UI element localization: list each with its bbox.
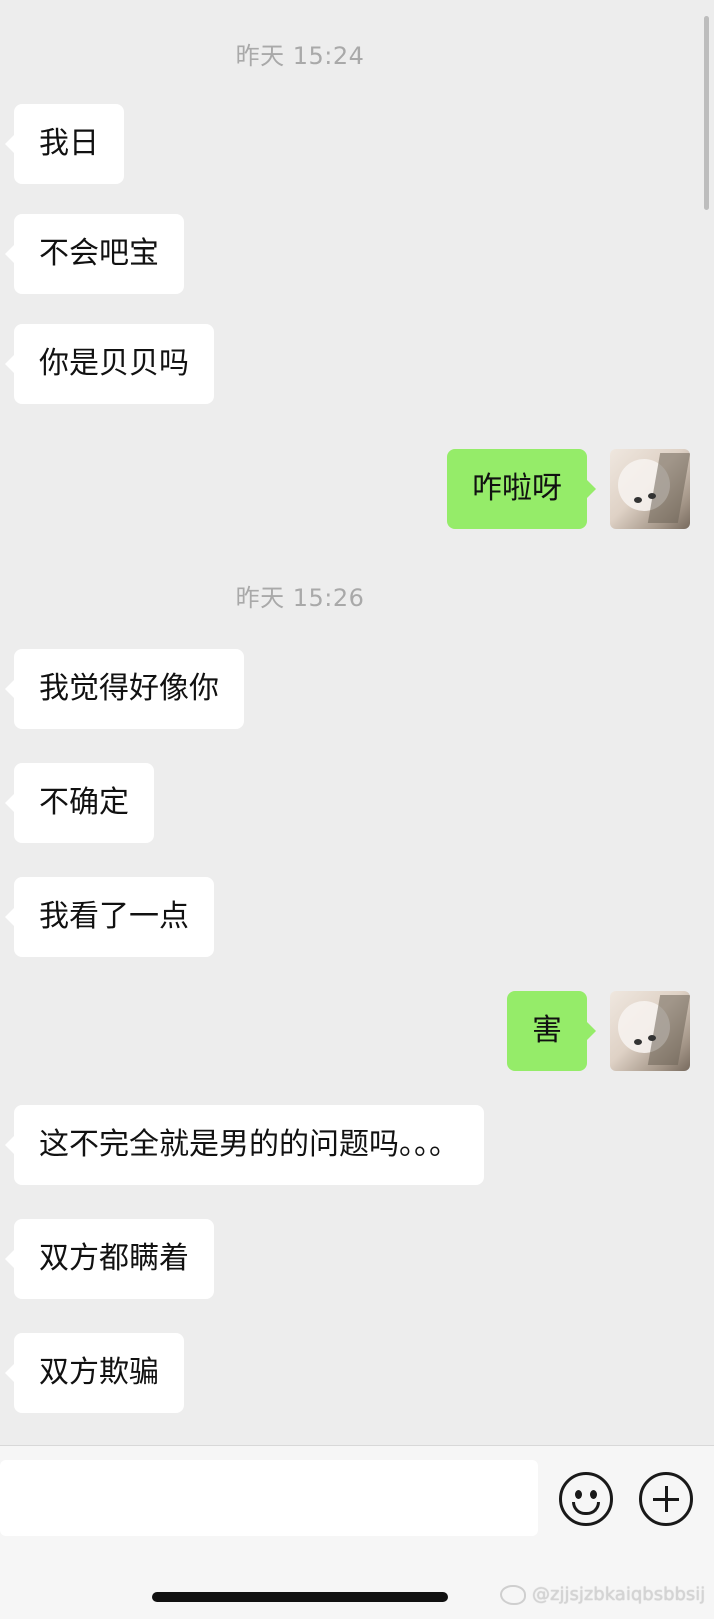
outgoing-message[interactable]: 害 (507, 991, 596, 1071)
emoji-eye (575, 1490, 582, 1499)
message-row: 这不完全就是男的的问题吗。。。 (0, 1105, 714, 1185)
message-row: 我日 (0, 104, 714, 184)
incoming-message[interactable]: 这不完全就是男的的问题吗。。。 (5, 1105, 484, 1185)
message-row: 你是贝贝吗 (0, 324, 714, 404)
incoming-message[interactable]: 我日 (5, 104, 124, 184)
message-row: 我看了一点 (0, 877, 714, 957)
plus-icon[interactable] (639, 1472, 693, 1526)
timestamp: 昨天 15:24 (235, 42, 365, 70)
message-row: 双方欺骗 (0, 1333, 714, 1413)
outgoing-message[interactable]: 咋啦呀 (447, 449, 596, 529)
message-row: 我觉得好像你 (0, 649, 714, 729)
chat-area[interactable]: 昨天 15:24 我日 不会吧宝 你是贝贝吗 咋啦呀 昨天 15:26 我觉得好… (0, 0, 714, 1445)
incoming-message[interactable]: 双方欺骗 (5, 1333, 184, 1413)
emoji-eye (590, 1490, 597, 1499)
incoming-message[interactable]: 双方都瞒着 (5, 1219, 214, 1299)
watermark: @zjjsjzbkaiqbsbbsij (500, 1580, 705, 1610)
message-row: 不确定 (0, 763, 714, 843)
avatar[interactable] (610, 449, 690, 529)
scrollbar[interactable] (704, 16, 709, 210)
incoming-message[interactable]: 我觉得好像你 (5, 649, 244, 729)
home-indicator[interactable] (152, 1592, 448, 1602)
message-row: 不会吧宝 (0, 214, 714, 294)
emoji-icon[interactable] (559, 1472, 613, 1526)
message-row: 双方都瞒着 (0, 1219, 714, 1299)
incoming-message[interactable]: 不确定 (5, 763, 154, 843)
watermark-text: @zjjsjzbkaiqbsbbsij (532, 1584, 706, 1605)
incoming-message[interactable]: 不会吧宝 (5, 214, 184, 294)
incoming-message[interactable]: 你是贝贝吗 (5, 324, 214, 404)
incoming-message[interactable]: 我看了一点 (5, 877, 214, 957)
message-row: 咋啦呀 (0, 449, 714, 529)
input-bar: @zjjsjzbkaiqbsbbsij (0, 1445, 714, 1619)
timestamp: 昨天 15:26 (235, 584, 365, 612)
message-row: 害 (0, 991, 714, 1071)
weibo-icon (500, 1585, 526, 1605)
message-input[interactable] (0, 1460, 538, 1536)
avatar[interactable] (610, 991, 690, 1071)
emoji-mouth (572, 1502, 600, 1515)
